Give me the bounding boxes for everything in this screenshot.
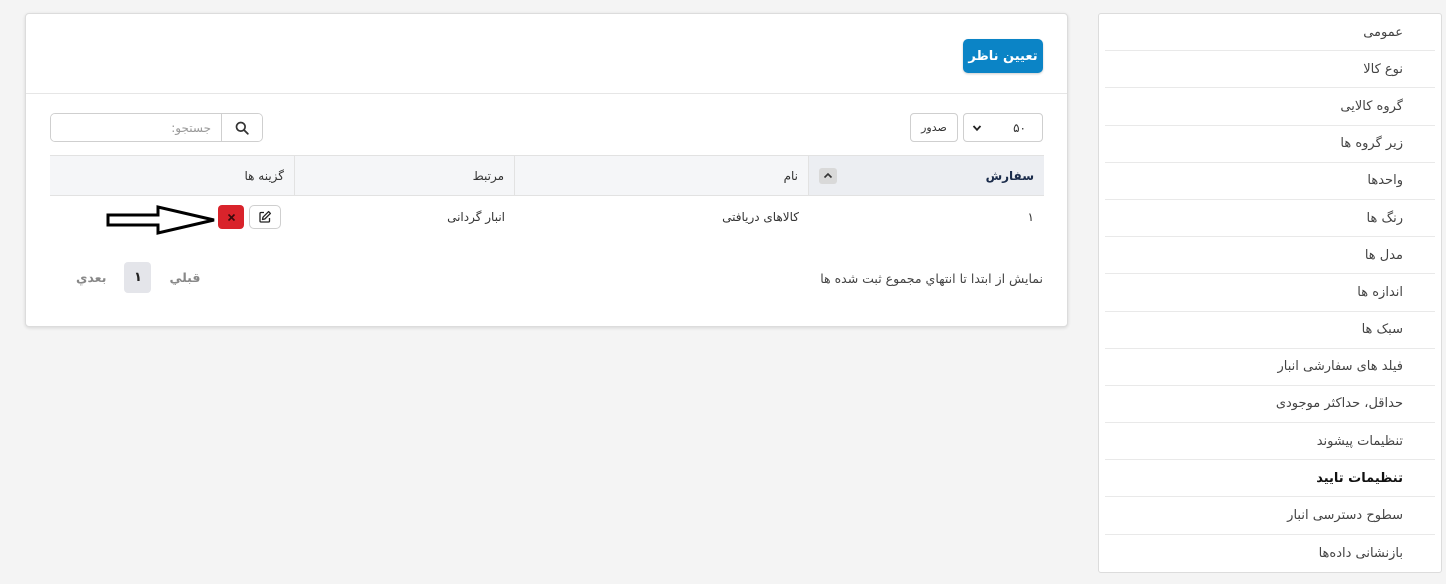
header-order[interactable]: سفارش xyxy=(809,156,1044,195)
header-related[interactable]: مرتبط xyxy=(295,156,515,195)
sidebar-item[interactable]: زیر گروه ها xyxy=(1105,126,1435,163)
delete-button[interactable] xyxy=(218,205,244,229)
sidebar-item[interactable]: عمومی xyxy=(1105,14,1435,52)
search-icon xyxy=(235,121,249,135)
row-order: ۱ xyxy=(1027,210,1034,224)
next-page-link[interactable]: بعدي xyxy=(66,270,116,285)
row-name: کالاهای دریافتی xyxy=(722,210,799,224)
sidebar-item[interactable]: سطوح دسترسی انبار xyxy=(1105,497,1435,535)
edit-icon xyxy=(259,210,272,223)
sort-up-icon xyxy=(819,167,837,184)
sidebar-item[interactable]: رنگ ها xyxy=(1105,200,1435,238)
edit-button[interactable] xyxy=(249,205,281,229)
sidebar-item[interactable]: سبک ها xyxy=(1105,312,1435,349)
row-related: انبار گردانی xyxy=(447,210,505,224)
chevron-down-icon xyxy=(972,124,982,131)
search-button[interactable] xyxy=(221,114,262,141)
export-button[interactable]: صدور xyxy=(910,113,958,142)
sidebar-item[interactable]: مدل ها xyxy=(1105,237,1435,275)
sidebar-item[interactable]: نوع کالا xyxy=(1105,51,1435,89)
sidebar-item[interactable]: گروه کالایی xyxy=(1105,88,1435,126)
header-options[interactable]: گزینه ها xyxy=(50,156,295,195)
header-name[interactable]: نام xyxy=(515,156,809,195)
sidebar-item[interactable]: بازنشانی داده‌ها xyxy=(1105,535,1435,572)
sidebar-item[interactable]: واحدها xyxy=(1105,163,1435,200)
sidebar-item[interactable]: تنظیمات پیشوند xyxy=(1105,423,1435,461)
table-info: نمایش از ابتدا تا انتهاي مجموع ثبت شده ه… xyxy=(820,271,1043,286)
page-size-value: ۵۰ xyxy=(1013,120,1026,135)
assign-supervisor-button[interactable]: تعیین ناظر xyxy=(963,39,1043,73)
settings-sidebar: عمومی نوع کالا گروه کالایی زیر گروه ها واحده… xyxy=(1098,13,1442,573)
search-input[interactable] xyxy=(51,114,221,141)
sidebar-item[interactable]: فیلد های سفارشی انبار xyxy=(1105,349,1435,386)
page-size-select[interactable]: ۵۰ xyxy=(963,113,1043,142)
arrow-right-annotation xyxy=(106,205,215,235)
sidebar-item[interactable]: تنظیمات تایید xyxy=(1105,460,1435,498)
sidebar-item[interactable]: حداقل، حداکثر موجودی xyxy=(1105,386,1435,424)
search-box xyxy=(50,113,263,142)
prev-page-link[interactable]: قبلي xyxy=(159,270,210,285)
sidebar-item[interactable]: اندازه ها xyxy=(1105,274,1435,312)
current-page[interactable]: ۱ xyxy=(124,262,152,293)
close-icon xyxy=(227,213,235,221)
card-header: تعیین ناظر xyxy=(26,14,1067,94)
table-header: گزینه ها مرتبط نام سفارش xyxy=(50,155,1044,196)
pagination: بعدي ۱ قبلي xyxy=(66,262,210,293)
